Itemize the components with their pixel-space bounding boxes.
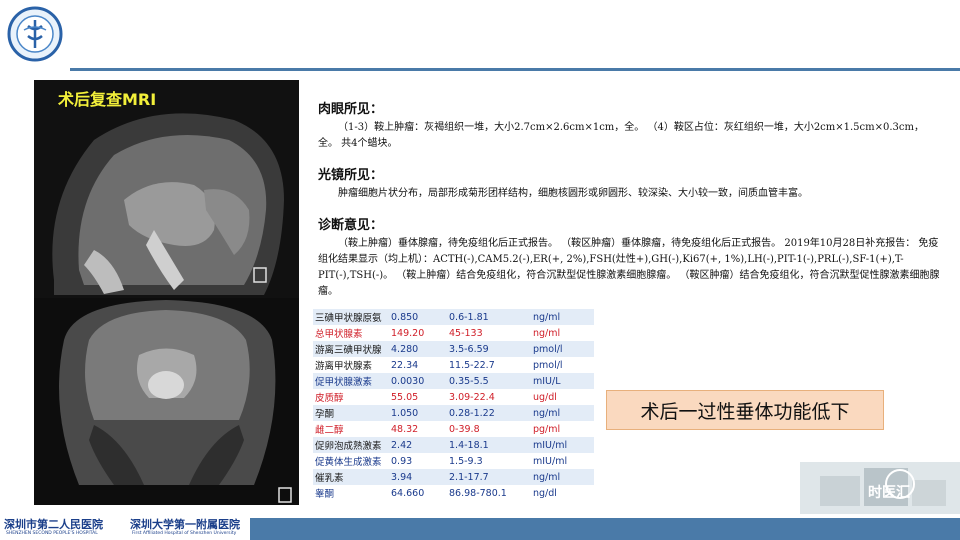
lab-name: 促卵泡成熟激素 [313, 437, 389, 453]
lab-row: 促黄体生成激素 0.93 1.5-9.3 mIU/ml [313, 453, 594, 469]
lab-value: 48.32 [389, 421, 447, 437]
lab-name: 孕酮 [313, 405, 389, 421]
hospital-logo [7, 6, 63, 62]
lab-name: 雌二醇 [313, 421, 389, 437]
lab-name: 催乳素 [313, 469, 389, 485]
pathology-report: 肉眼所见： （1-3）鞍上肿瘤：灰褐组织一堆，大小2.7cm×2.6cm×1cm… [318, 98, 940, 312]
lab-reference-range: 86.98-780.1 [447, 485, 531, 501]
micro-text: 肿瘤细胞片状分布，局部形成菊形团样结构，细胞核圆形或卵圆形、较深染、大小较一致，… [338, 188, 808, 199]
watermark-text: 时医汇 [868, 485, 910, 501]
lab-unit: ng/ml [531, 405, 594, 421]
hospital-name-2-en: First Affiliated Hospital of Shenzhen Un… [132, 531, 237, 536]
hospital-name-1-en: SHENZHEN SECOND PEOPLE'S HOSPITAL [6, 531, 98, 536]
header-rule [70, 68, 960, 71]
lab-reference-range: 0.6-1.81 [447, 309, 531, 325]
lab-reference-range: 0-39.8 [447, 421, 531, 437]
hospital-name-2: 深圳大学第一附属医院 [130, 518, 240, 531]
hormone-lab-table: 三碘甲状腺原氨 0.850 0.6-1.81 ng/ml 总甲状腺素 149.20 45-1… [313, 309, 594, 501]
lab-name: 游离甲状腺素 [313, 357, 389, 373]
lab-reference-range: 0.35-5.5 [447, 373, 531, 389]
lab-name: 促甲状腺激素 [313, 373, 389, 389]
lab-row: 孕酮 1.050 0.28-1.22 ng/ml [313, 405, 594, 421]
lab-unit: pg/ml [531, 421, 594, 437]
lab-row: 睾酮 64.660 86.98-780.1 ng/dl [313, 485, 594, 501]
lab-unit: pmol/l [531, 357, 594, 373]
lab-unit: pmol/l [531, 341, 594, 357]
lab-value: 22.34 [389, 357, 447, 373]
lab-row: 游离三碘甲状腺 4.280 3.5-6.59 pmol/l [313, 341, 594, 357]
lab-reference-range: 11.5-22.7 [447, 357, 531, 373]
lab-row: 游离甲状腺素 22.34 11.5-22.7 pmol/l [313, 357, 594, 373]
lab-reference-range: 1.5-9.3 [447, 453, 531, 469]
lab-unit: ug/dl [531, 389, 594, 405]
lab-name: 总甲状腺素 [313, 325, 389, 341]
lab-value: 4.280 [389, 341, 447, 357]
lab-reference-range: 3.09-22.4 [447, 389, 531, 405]
lab-unit: ng/ml [531, 309, 594, 325]
lab-name: 三碘甲状腺原氨 [313, 309, 389, 325]
gross-heading: 肉眼所见： [318, 102, 384, 117]
lab-value: 0.0030 [389, 373, 447, 389]
lab-value: 0.93 [389, 453, 447, 469]
lab-reference-range: 3.5-6.59 [447, 341, 531, 357]
lab-reference-range: 0.28-1.22 [447, 405, 531, 421]
lab-unit: mIU/ml [531, 453, 594, 469]
lab-name: 促黄体生成激素 [313, 453, 389, 469]
lab-row: 促卵泡成熟激素 2.42 1.4-18.1 mIU/ml [313, 437, 594, 453]
lab-value: 149.20 [389, 325, 447, 341]
lab-name: 睾酮 [313, 485, 389, 501]
lab-value: 2.42 [389, 437, 447, 453]
lab-unit: mIU/L [531, 373, 594, 389]
micro-heading: 光镜所见： [318, 168, 384, 183]
lab-row: 总甲状腺素 149.20 45-133 ng/ml [313, 325, 594, 341]
lab-name: 游离三碘甲状腺 [313, 341, 389, 357]
lab-row: 三碘甲状腺原氨 0.850 0.6-1.81 ng/ml [313, 309, 594, 325]
hospital-name-1: 深圳市第二人民医院 [4, 518, 103, 531]
lab-row: 皮质醇 55.05 3.09-22.4 ug/dl [313, 389, 594, 405]
mri-title: 术后复查MRI [58, 90, 157, 109]
footer-rule [250, 518, 960, 540]
lab-row: 促甲状腺激素 0.0030 0.35-5.5 mIU/L [313, 373, 594, 389]
lab-value: 64.660 [389, 485, 447, 501]
lab-value: 0.850 [389, 309, 447, 325]
gross-text: （1-3）鞍上肿瘤：灰褐组织一堆，大小2.7cm×2.6cm×1cm，全。 （4… [318, 122, 924, 149]
lab-row: 催乳素 3.94 2.1-17.7 ng/ml [313, 469, 594, 485]
lab-unit: ng/ml [531, 325, 594, 341]
lab-value: 1.050 [389, 405, 447, 421]
lab-unit: ng/ml [531, 469, 594, 485]
lab-row: 雌二醇 48.32 0-39.8 pg/ml [313, 421, 594, 437]
conclusion-box: 术后一过性垂体功能低下 [606, 390, 884, 430]
lab-unit: mIU/ml [531, 437, 594, 453]
lab-unit: ng/dl [531, 485, 594, 501]
mri-image-panel: 术后复查MRI [34, 80, 299, 505]
diagnosis-heading: 诊断意见： [318, 218, 384, 233]
lab-reference-range: 2.1-17.7 [447, 469, 531, 485]
lab-value: 55.05 [389, 389, 447, 405]
lab-value: 3.94 [389, 469, 447, 485]
lab-name: 皮质醇 [313, 389, 389, 405]
lab-reference-range: 1.4-18.1 [447, 437, 531, 453]
lab-reference-range: 45-133 [447, 325, 531, 341]
diagnosis-text: （鞍上肿瘤）垂体腺瘤，待免疫组化后正式报告。 （鞍区肿瘤）垂体腺瘤，待免疫组化后… [318, 238, 940, 297]
mri-scan-image [34, 80, 299, 505]
